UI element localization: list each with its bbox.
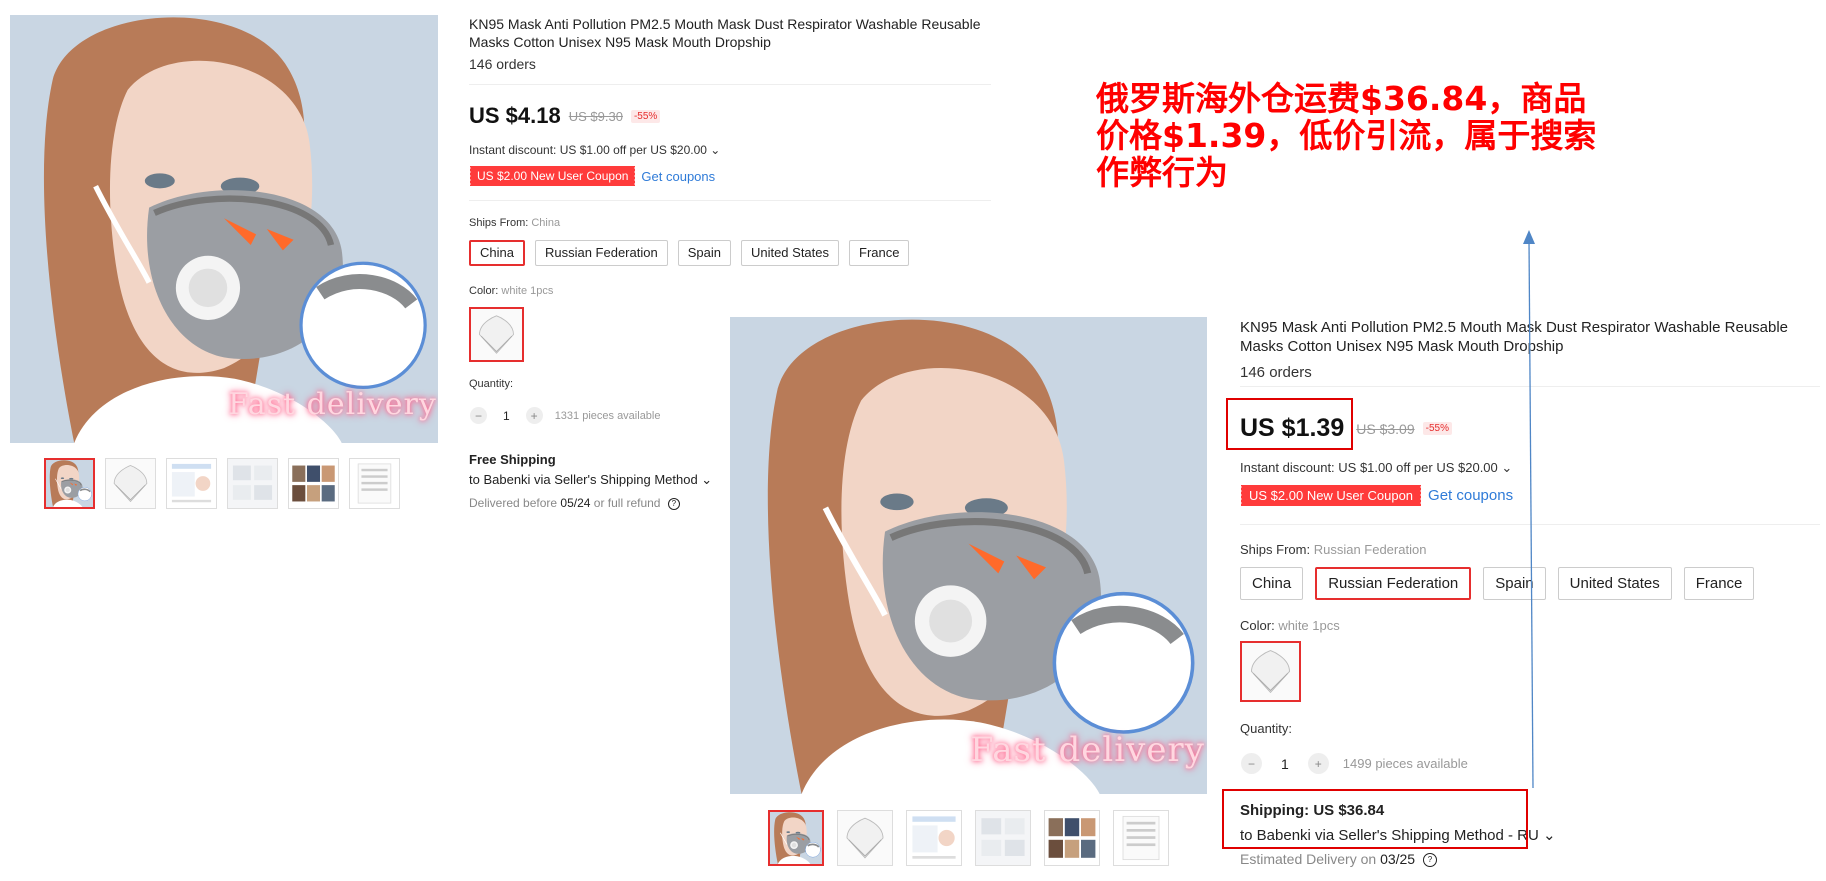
shipping-highlight-box	[1222, 789, 1528, 849]
mask-photo-icon	[730, 317, 1207, 794]
mask-icon	[106, 459, 155, 508]
thumbnail-strip	[44, 458, 410, 509]
people-icon	[289, 459, 338, 508]
quantity-value[interactable]: 1	[503, 409, 510, 423]
get-coupons-link[interactable]: Get coupons	[1428, 487, 1513, 504]
discount-badge: -55%	[630, 109, 661, 123]
thumbnail-strip	[768, 810, 1182, 866]
delivery-info: Estimated Delivery on 03/25 ?	[1240, 851, 1437, 868]
original-price: US $9.30	[568, 108, 623, 124]
quantity-label: Quantity:	[469, 378, 514, 390]
ship-option-china[interactable]: China	[469, 240, 525, 266]
new-user-coupon: US $2.00 New User Coupon	[1239, 485, 1422, 506]
ships-from-options: China Russian Federation Spain United St…	[469, 240, 919, 266]
ship-option-united-states[interactable]: United States	[1557, 567, 1672, 600]
quantity-value[interactable]: 1	[1281, 756, 1289, 772]
plus-icon[interactable]: +	[525, 407, 543, 424]
ships-from-options: China Russian Federation Spain United St…	[1240, 567, 1766, 600]
ship-option-france[interactable]: France	[1683, 567, 1755, 600]
orders-count: 146 orders	[1240, 364, 1312, 381]
color-label: Color: white 1pcs	[469, 285, 554, 297]
quantity-label: Quantity:	[1240, 721, 1293, 736]
shipping-title: Free Shipping	[469, 452, 556, 467]
plus-icon[interactable]: +	[1307, 753, 1329, 774]
mask-icon	[1242, 643, 1299, 700]
ships-from-label: Ships From: Russian Federation	[1240, 542, 1427, 557]
coupon-row: US $2.00 New User Coupon Get coupons	[468, 166, 715, 186]
photo-caption: Fast delivery	[228, 387, 437, 422]
delivery-date: 03/25	[1380, 851, 1416, 867]
thumbnail-1[interactable]	[44, 458, 95, 509]
thumbnail-5[interactable]	[288, 458, 339, 509]
thumbnail-3[interactable]	[166, 458, 217, 509]
question-circle-icon[interactable]: ?	[667, 497, 680, 510]
sheet-icon	[1114, 811, 1168, 865]
divider	[469, 200, 991, 201]
color-label: Color: white 1pcs	[1240, 618, 1340, 633]
shipping-method[interactable]: to Babenki via Seller's Shipping Method …	[469, 472, 712, 488]
product-image-main[interactable]: Fast delivery	[10, 15, 438, 443]
instant-discount[interactable]: Instant discount: US $1.00 off per US $2…	[1240, 460, 1512, 476]
thumbnail-2[interactable]	[837, 810, 893, 866]
document-icon	[167, 459, 216, 508]
delivery-date: 05/24	[560, 496, 591, 510]
quantity-stepper: − 1 + 1331 pieces available	[470, 407, 661, 424]
color-swatch-white[interactable]	[1240, 641, 1301, 702]
question-circle-icon[interactable]: ?	[1423, 853, 1437, 868]
grid-icon	[976, 811, 1030, 865]
thumbnail-4[interactable]	[227, 458, 278, 509]
ship-option-united-states[interactable]: United States	[740, 240, 839, 266]
original-price: US $3.09	[1356, 420, 1415, 437]
quantity-stepper: − 1 + 1499 pieces available	[1241, 753, 1468, 774]
thumbnail-1[interactable]	[768, 810, 824, 866]
thumbnail-6[interactable]	[1113, 810, 1169, 866]
document-icon	[907, 811, 961, 865]
people-icon	[1045, 811, 1099, 865]
thumbnail-2[interactable]	[105, 458, 156, 509]
ship-option-china[interactable]: China	[1240, 567, 1304, 600]
product-image-main[interactable]: Fast delivery	[730, 317, 1207, 794]
ship-option-russian-federation[interactable]: Russian Federation	[1315, 567, 1472, 600]
thumbnail-5[interactable]	[1044, 810, 1100, 866]
sheet-icon	[350, 459, 399, 508]
minus-icon[interactable]: −	[1241, 753, 1262, 774]
mask-icon	[838, 811, 892, 865]
annotation-arrow-icon	[1523, 230, 1535, 789]
pieces-available: 1499 pieces available	[1342, 756, 1468, 771]
instant-discount[interactable]: Instant discount: US $1.00 off per US $2…	[469, 143, 720, 157]
minus-icon[interactable]: −	[470, 407, 487, 424]
photo-caption: Fast delivery	[970, 730, 1205, 770]
annotation-text: 俄罗斯海外仓运费$36.84，商品 价格$1.39，低价引流，属于搜索 作弊行为	[1096, 79, 1597, 192]
mask-photo-icon	[770, 812, 822, 864]
coupon-row: US $2.00 New User Coupon Get coupons	[1239, 485, 1513, 506]
ship-option-russian-federation[interactable]: Russian Federation	[534, 240, 668, 266]
thumbnail-3[interactable]	[906, 810, 962, 866]
ships-from-value: China	[531, 217, 561, 229]
grid-icon	[228, 459, 277, 508]
ships-from-value: Russian Federation	[1313, 542, 1427, 557]
divider	[469, 84, 991, 85]
ships-from-label: Ships From: China	[469, 217, 561, 229]
pieces-available: 1331 pieces available	[554, 409, 661, 422]
price-row: US $4.18 US $9.30 -55%	[469, 103, 661, 129]
mask-icon	[471, 309, 522, 360]
delivery-info: Delivered before 05/24 or full refund ?	[469, 496, 680, 510]
color-value: white 1pcs	[1278, 618, 1340, 633]
ship-option-spain[interactable]: Spain	[677, 240, 731, 266]
mask-photo-icon	[46, 460, 93, 507]
color-value: white 1pcs	[501, 285, 554, 297]
mask-photo-icon	[10, 15, 438, 443]
ship-option-france[interactable]: France	[849, 240, 910, 266]
color-swatch-white[interactable]	[469, 307, 524, 362]
get-coupons-link[interactable]: Get coupons	[641, 169, 715, 184]
thumbnail-4[interactable]	[975, 810, 1031, 866]
thumbnail-6[interactable]	[349, 458, 400, 509]
discount-badge: -55%	[1422, 422, 1452, 435]
current-price: US $4.18	[469, 103, 561, 128]
product-title: KN95 Mask Anti Pollution PM2.5 Mouth Mas…	[469, 16, 981, 50]
orders-count: 146 orders	[469, 56, 536, 72]
new-user-coupon: US $2.00 New User Coupon	[468, 166, 636, 186]
price-highlight-box	[1226, 398, 1353, 450]
